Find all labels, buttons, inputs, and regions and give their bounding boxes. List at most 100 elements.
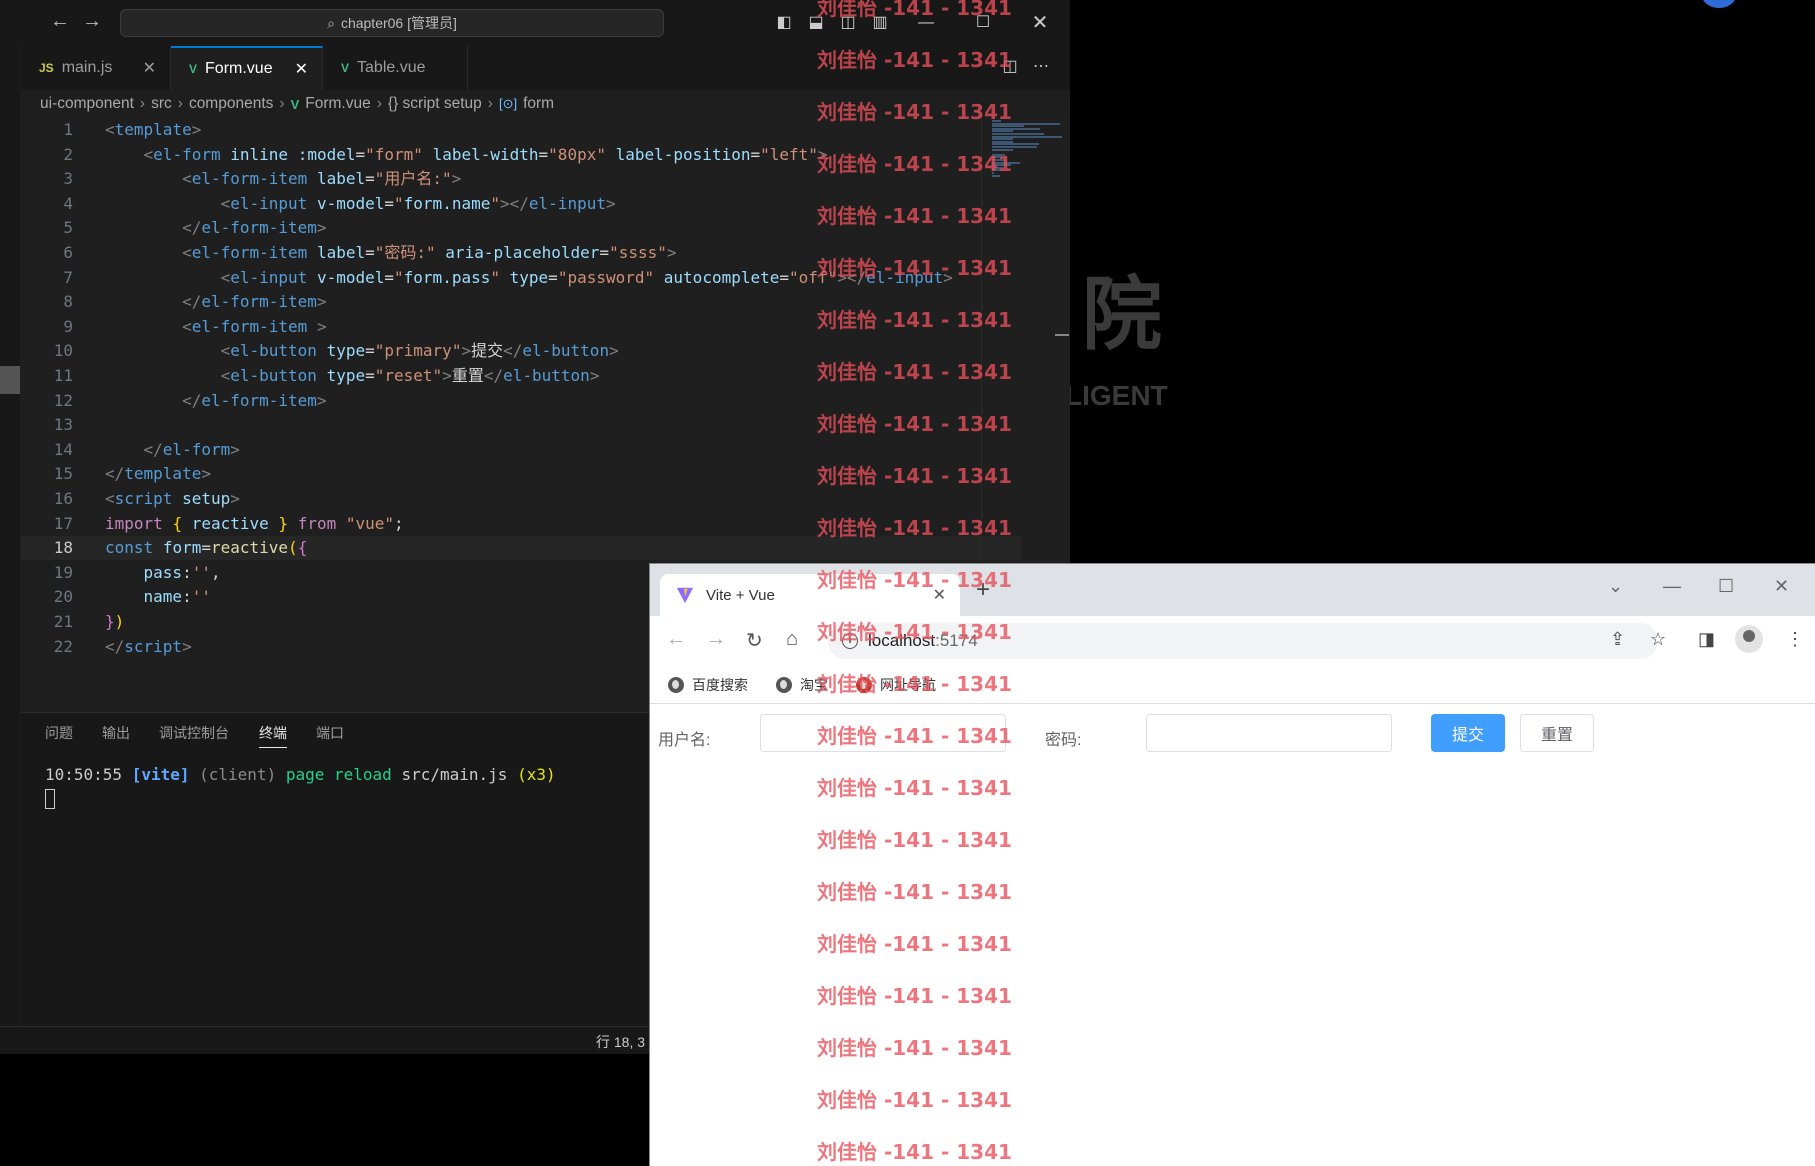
home-icon[interactable]: ⌂ xyxy=(786,628,798,651)
site-info-icon[interactable]: i xyxy=(842,633,858,649)
bookmark-item[interactable]: 百度搜索 xyxy=(668,675,748,695)
line-number: 17 xyxy=(53,513,73,533)
minimap[interactable] xyxy=(981,118,1071,588)
bookmark-star-icon[interactable]: ☆ xyxy=(1650,629,1666,650)
close-icon[interactable]: ✕ xyxy=(295,59,308,79)
code-line[interactable]: 13 xyxy=(21,413,1021,437)
bookmark-item[interactable]: 淘宝 xyxy=(776,675,828,695)
code-text: </script> xyxy=(105,636,192,656)
terminal-cursor[interactable] xyxy=(45,789,55,809)
minimize-icon[interactable]: — xyxy=(1663,576,1681,597)
code-text: import { reactive } from "vue"; xyxy=(105,513,404,533)
forward-arrow-icon[interactable]: → xyxy=(706,628,726,651)
code-text: <el-input v-model="form.name"></el-input… xyxy=(220,193,616,213)
password-label: 密码: xyxy=(1045,732,1082,749)
line-number: 15 xyxy=(53,464,73,484)
tab-debug-console[interactable]: 调试控制台 xyxy=(159,723,229,743)
close-icon[interactable]: ✕ xyxy=(1029,12,1051,34)
code-line[interactable]: 4 <el-input v-model="form.name"></el-inp… xyxy=(21,192,1021,216)
tab-problems[interactable]: 问题 xyxy=(45,723,73,743)
close-icon[interactable]: ✕ xyxy=(1774,576,1789,597)
background-logo-char: 院 xyxy=(1082,268,1162,361)
new-tab-icon[interactable]: + xyxy=(976,576,990,604)
tab-label: main.js xyxy=(61,59,113,76)
reset-button[interactable]: 重置 xyxy=(1520,714,1594,752)
customize-layout-icon[interactable]: ▥ xyxy=(869,12,891,34)
line-number: 14 xyxy=(53,439,73,459)
tab-ports[interactable]: 端口 xyxy=(316,723,344,743)
code-line[interactable]: 18 const form=reactive({ xyxy=(21,536,1021,561)
toggle-secondary-sidebar-icon[interactable]: ◫ xyxy=(837,12,859,34)
code-line[interactable]: 9 <el-form-item > xyxy=(21,315,1021,339)
code-line[interactable]: 3 <el-form-item label="用户名:"> xyxy=(21,167,1021,191)
toggle-sidebar-icon[interactable]: ◧ xyxy=(773,12,795,34)
tab-main-js[interactable]: JS main.js ✕ xyxy=(21,46,171,90)
code-line[interactable]: 11 <el-button type="reset">重置</el-button… xyxy=(21,364,1021,388)
bookmark-item[interactable]: 网址导航 xyxy=(856,675,936,695)
close-icon[interactable]: ✕ xyxy=(143,58,156,78)
back-arrow-icon[interactable]: ← xyxy=(50,10,70,33)
side-panel-icon[interactable]: ◨ xyxy=(1698,629,1715,650)
menu-icon[interactable]: ⋮ xyxy=(1786,629,1804,650)
code-line[interactable]: 17 import { reactive } from "vue"; xyxy=(21,512,1021,536)
code-line[interactable]: 1 <template> xyxy=(21,118,1021,142)
scrollbar-marker[interactable] xyxy=(1055,334,1069,336)
code-line[interactable]: 15 </template> xyxy=(21,462,1021,486)
bookmark-label: 网址导航 xyxy=(880,677,936,693)
code-text: <el-form-item > xyxy=(182,316,327,336)
tab-search-icon[interactable]: ⌄ xyxy=(1608,576,1623,597)
code-text: const form=reactive({ xyxy=(105,538,308,558)
breadcrumb-item[interactable]: components xyxy=(189,95,273,113)
code-line[interactable]: 2 <el-form inline :model="form" label-wi… xyxy=(21,143,1021,167)
split-editor-icon[interactable]: ◫ xyxy=(999,56,1021,78)
code-line[interactable]: 8 </el-form-item> xyxy=(21,290,1021,314)
back-arrow-icon[interactable]: ← xyxy=(666,628,686,651)
cursor-position[interactable]: 行 18, 3 xyxy=(596,1032,645,1052)
code-line[interactable]: 14 </el-form> xyxy=(21,438,1021,462)
more-actions-icon[interactable]: ⋯ xyxy=(1030,56,1052,78)
code-line[interactable]: 6 <el-form-item label="密码:" aria-placeho… xyxy=(21,241,1021,265)
code-text: <el-form-item label="密码:" aria-placehold… xyxy=(182,243,677,262)
tab-table-vue[interactable]: V Table.vue xyxy=(323,46,468,90)
reload-icon[interactable]: ↻ xyxy=(746,628,763,653)
line-number: 7 xyxy=(63,267,73,287)
breadcrumb-item[interactable]: form xyxy=(523,95,554,113)
toggle-panel-icon[interactable]: ⬓ xyxy=(805,12,827,34)
share-icon[interactable]: ⇪ xyxy=(1610,629,1625,650)
tab-form-vue[interactable]: V Form.vue ✕ xyxy=(171,46,323,90)
maximize-icon[interactable]: ☐ xyxy=(972,12,994,34)
username-input[interactable] xyxy=(760,714,1006,752)
breadcrumb-item[interactable]: {} script setup xyxy=(388,95,482,113)
code-line[interactable]: 12 </el-form-item> xyxy=(21,389,1021,413)
code-line[interactable]: 7 <el-input v-model="form.pass" type="pa… xyxy=(21,266,1021,290)
code-line[interactable]: 10 <el-button type="primary">提交</el-butt… xyxy=(21,339,1021,363)
breadcrumb: ui-component › src › components › V Form.vue… xyxy=(40,92,554,116)
breadcrumb-item[interactable]: Form.vue xyxy=(305,95,370,113)
maximize-icon[interactable]: ☐ xyxy=(1718,576,1734,597)
close-tab-icon[interactable]: ✕ xyxy=(933,585,946,605)
minimize-icon[interactable]: — xyxy=(915,12,937,34)
tab-terminal[interactable]: 终端 xyxy=(259,723,287,748)
line-number: 10 xyxy=(53,341,73,361)
breadcrumb-item[interactable]: src xyxy=(151,95,172,113)
browser-tab[interactable]: Vite + Vue ✕ xyxy=(660,574,960,616)
browser-toolbar: ← → ↻ ⌂ i localhost:5174 ⇪ ☆ ◨ ⋮ xyxy=(650,616,1815,666)
breadcrumb-item[interactable]: ui-component xyxy=(40,95,134,113)
chevron-right-icon: › xyxy=(487,95,493,112)
code-line[interactable]: 5 </el-form-item> xyxy=(21,216,1021,240)
line-number: 6 xyxy=(63,243,73,262)
code-text: pass:'', xyxy=(143,562,221,582)
profile-avatar[interactable] xyxy=(1735,625,1763,653)
vue-file-icon: V xyxy=(189,62,198,76)
address-bar[interactable]: i localhost:5174 xyxy=(828,623,1658,659)
tab-output[interactable]: 输出 xyxy=(102,723,130,743)
terminal-action: page reload xyxy=(285,765,392,784)
forward-arrow-icon[interactable]: → xyxy=(82,10,102,33)
chevron-right-icon: › xyxy=(177,95,183,112)
submit-button[interactable]: 提交 xyxy=(1431,714,1505,752)
line-number: 9 xyxy=(63,316,73,336)
code-line[interactable]: 16 <script setup> xyxy=(21,487,1021,511)
command-center[interactable]: ⌕ chapter06 [管理员] xyxy=(120,9,664,37)
password-input[interactable] xyxy=(1146,714,1392,752)
background-shape xyxy=(1700,0,1738,8)
